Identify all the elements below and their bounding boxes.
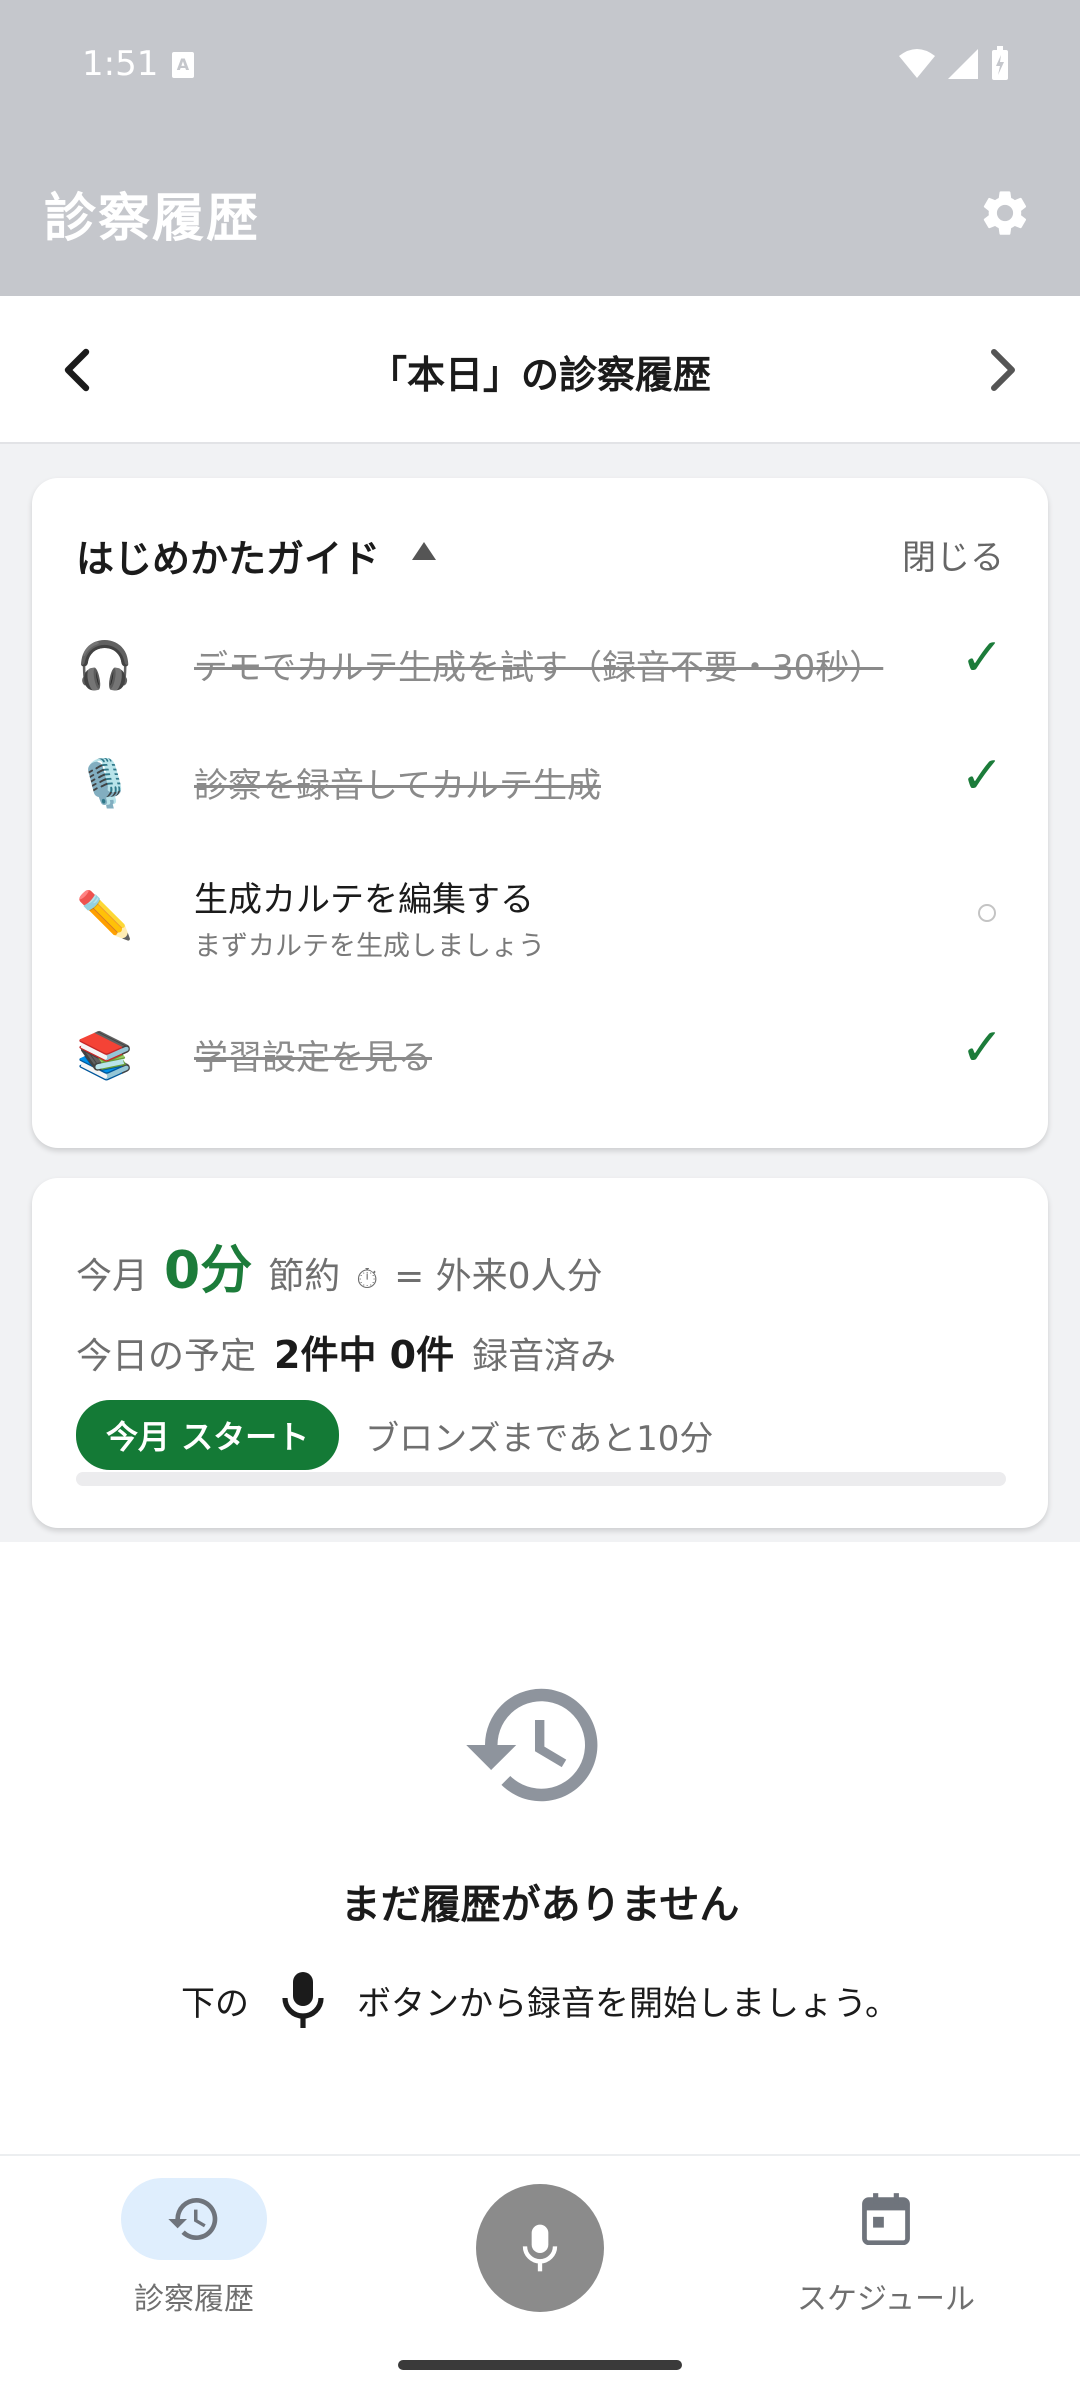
hint-suffix: ボタンから録音を開始しましょう。 [357, 1983, 899, 2024]
tab-schedule-label: スケジュール [797, 2282, 975, 2317]
headphones-icon: 🎧 [76, 638, 134, 692]
microphone-icon [282, 1972, 324, 2028]
tab-schedule[interactable]: スケジュール [776, 2178, 996, 2318]
pending-circle-icon [978, 904, 996, 922]
getting-started-guide-card: はじめかたガイド 閉じる 🎧 デモでカルテ生成を試す（録音不要・30秒） ✓ 🎙… [32, 478, 1048, 1148]
guide-title[interactable]: はじめかたガイド [76, 528, 380, 583]
guide-item-demo[interactable]: 🎧 デモでカルテ生成を試す（録音不要・30秒） ✓ [76, 618, 1008, 708]
status-time: 1:51 [82, 44, 159, 84]
close-guide-button[interactable]: 閉じる [902, 530, 1004, 579]
wifi-icon [899, 49, 935, 78]
guide-item-record[interactable]: 🎙️ 診察を録音してカルテ生成 ✓ [76, 736, 1008, 826]
checkmark-icon: ✓ [960, 746, 1004, 806]
saved-minutes-value: 0分 [164, 1241, 253, 1301]
date-title: 「本日」の診察履歴 [368, 353, 711, 397]
guide-item-sublabel: まずカルテを生成しましょう [194, 931, 545, 962]
timer-icon: ⏱ [356, 1262, 379, 1295]
guide-item-edit[interactable]: ✏️ 生成カルテを編集する まずカルテを生成しましょう [76, 868, 1008, 962]
calendar-icon [862, 2193, 910, 2246]
checkmark-icon: ✓ [960, 628, 1004, 688]
gear-icon[interactable] [978, 186, 1032, 240]
guide-item-label: 学習設定を見る [194, 1038, 432, 1078]
page-title: 診察履歴 [44, 189, 261, 249]
next-rank-text: ブロンズまであと10分 [365, 1418, 714, 1459]
checkmark-icon: ✓ [960, 1018, 1004, 1078]
today-label: 今日の予定 [76, 1336, 257, 1377]
tab-history-label: 診察履歴 [134, 2282, 254, 2317]
battery-icon [992, 46, 1008, 80]
caret-up-icon[interactable] [412, 542, 436, 560]
today-count: 2件中 0件 [274, 1333, 455, 1377]
recorded-label: 録音済み [472, 1336, 617, 1377]
pencil-icon: ✏️ [76, 888, 134, 942]
empty-state-title: まだ履歴がありません [340, 1882, 740, 1928]
guide-item-label: 診察を録音してカルテ生成 [194, 766, 601, 806]
savings-stats-card: 今月 0分 節約 ⏱ = 外来0人分 今日の予定 2件中 0件 録音済み 今月 … [32, 1178, 1048, 1528]
guide-item-learning-settings[interactable]: 📚 学習設定を見る ✓ [76, 1008, 1008, 1098]
app-bar: 診察履歴 [0, 128, 1080, 296]
today-schedule-row: 今日の予定 2件中 0件 録音済み [76, 1324, 616, 1379]
signal-icon [948, 49, 978, 79]
hint-prefix: 下の [181, 1983, 250, 2024]
guide-item-label: デモでカルテ生成を試す（録音不要・30秒） [194, 648, 884, 688]
rank-row: 今月 スタート ブロンズまであと10分 [76, 1400, 713, 1470]
empty-state: まだ履歴がありません 下の ボタンから録音を開始しましょう。 [0, 1542, 1080, 2154]
chevron-right-icon[interactable] [982, 346, 1022, 394]
history-icon [168, 2198, 218, 2240]
microphone-icon [522, 2224, 558, 2272]
month-label: 今月 [76, 1256, 149, 1297]
books-icon: 📚 [76, 1028, 134, 1082]
empty-state-hint: 下の ボタンから録音を開始しましょう。 [0, 1970, 1080, 2030]
keyboard-badge-icon: A [172, 52, 194, 78]
tab-schedule-indicator [813, 2178, 959, 2260]
microphone-icon: 🎙️ [76, 756, 134, 810]
rank-progress-bar [76, 1472, 1006, 1486]
system-icons [898, 46, 1010, 82]
history-icon [466, 1688, 598, 1802]
guide-item-label: 生成カルテを編集する [194, 880, 534, 920]
tab-history-indicator [121, 2178, 267, 2260]
tab-history[interactable]: 診察履歴 [84, 2178, 304, 2318]
date-header: 「本日」の診察履歴 [0, 296, 1080, 444]
monthly-savings-row: 今月 0分 節約 ⏱ = 外来0人分 [76, 1228, 603, 1303]
home-indicator[interactable] [398, 2360, 682, 2370]
record-button[interactable] [476, 2184, 604, 2312]
status-bar: 1:51 A [0, 0, 1080, 128]
saved-label: 節約 [268, 1256, 341, 1297]
rank-badge: 今月 スタート [76, 1400, 340, 1470]
bottom-navigation: 診察履歴 スケジュール [0, 2154, 1080, 2400]
equivalent-patients: = 外来0人分 [394, 1256, 603, 1297]
